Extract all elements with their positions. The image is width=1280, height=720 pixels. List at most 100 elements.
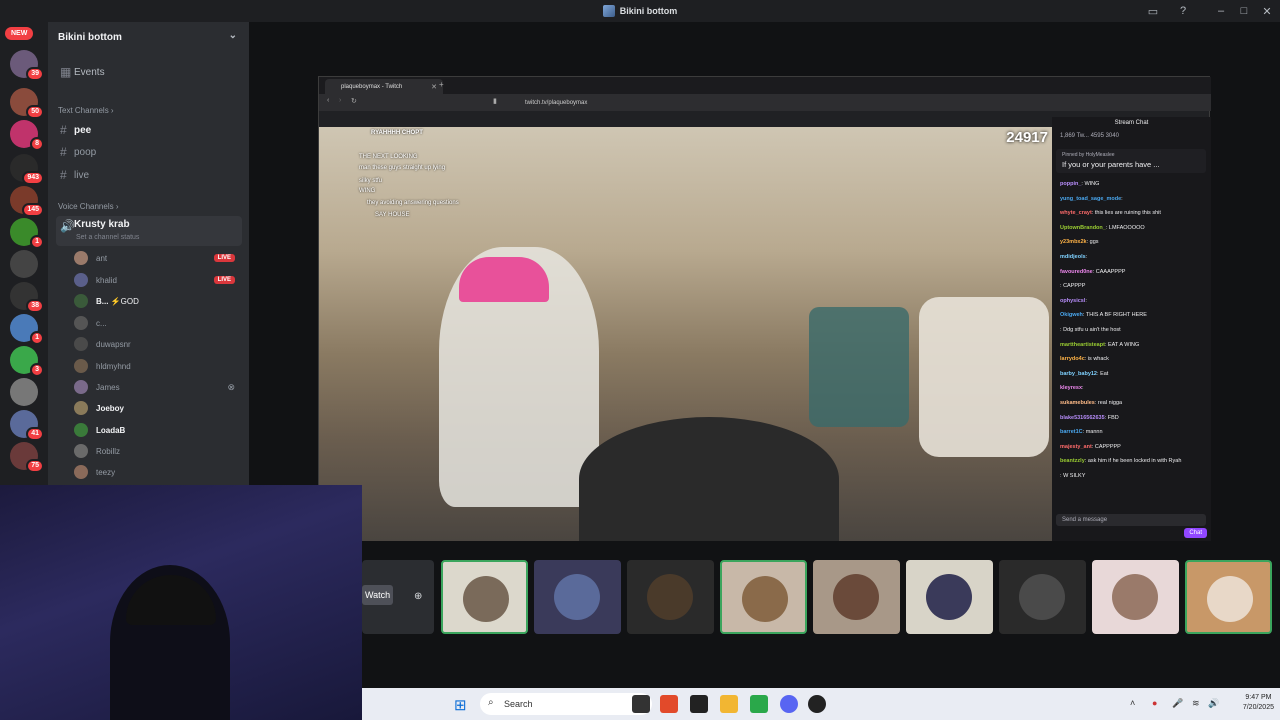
back-icon[interactable]: ‹ <box>327 97 329 104</box>
chat-username[interactable]: sukamebules <box>1060 400 1095 406</box>
chat-username[interactable]: barret1C <box>1060 429 1083 435</box>
volume-icon[interactable]: 🔊 <box>1208 698 1219 709</box>
maximize-button[interactable]: □ <box>1233 0 1255 22</box>
server-icon[interactable]: 3 <box>10 346 44 377</box>
participant-tile[interactable] <box>720 560 807 634</box>
chevron-up-icon[interactable]: ˄ <box>1130 698 1135 708</box>
voice-channels-category[interactable]: Voice Channels › <box>58 202 118 211</box>
events-item[interactable]: ▦ Events <box>56 62 242 82</box>
participant-tile[interactable] <box>441 560 528 634</box>
wifi-icon[interactable]: ≋ <box>1192 698 1200 709</box>
chat-username[interactable]: yung_toad_sage_mode <box>1060 196 1121 202</box>
chat-username[interactable]: kleyresx <box>1060 385 1082 391</box>
server-icon[interactable]: 1 <box>10 314 44 345</box>
mic-icon[interactable]: 🎤 <box>1172 698 1183 709</box>
participant-tile[interactable] <box>1092 560 1179 634</box>
server-icon[interactable]: 1 <box>10 218 44 249</box>
chat-username[interactable]: ophysicsl <box>1060 298 1085 304</box>
voice-user[interactable]: c... <box>74 314 239 332</box>
text-channels-category[interactable]: Text Channels › <box>58 106 114 115</box>
forward-icon[interactable]: › <box>339 97 341 104</box>
voice-user[interactable]: duwapsnr <box>74 335 239 353</box>
title-bar: Bikini bottom <box>0 0 1280 22</box>
participant-tile[interactable] <box>1185 560 1272 634</box>
chat-username[interactable]: larrydo4c <box>1060 356 1085 362</box>
chat-username[interactable]: y23mbx2k <box>1060 239 1087 245</box>
channel-live[interactable]: # live <box>56 165 242 185</box>
participant-tile[interactable] <box>534 560 621 634</box>
watch-icon[interactable]: ⊕ <box>414 591 422 602</box>
app-icon[interactable] <box>808 695 826 713</box>
brave-icon[interactable] <box>660 695 678 713</box>
folder-icon[interactable] <box>720 695 738 713</box>
minimize-button[interactable]: – <box>1210 0 1232 22</box>
server-icon[interactable]: 75 <box>10 442 44 473</box>
server-icon[interactable]: 145 <box>10 186 44 217</box>
server-icon[interactable] <box>10 250 38 278</box>
server-icon[interactable]: 39 <box>10 50 44 81</box>
voice-user[interactable]: B... ⚡GOD <box>74 292 239 310</box>
server-icon[interactable]: 8 <box>10 120 44 151</box>
app-icon[interactable] <box>690 695 708 713</box>
close-tab-icon[interactable]: ✕ <box>431 83 437 91</box>
clock[interactable]: 9:47 PM 7/20/2025 <box>1243 693 1274 713</box>
tray-icon[interactable]: ● <box>1152 698 1157 708</box>
participant-tile[interactable] <box>813 560 900 634</box>
voice-user[interactable]: ant LIVE <box>74 249 239 267</box>
chat-username[interactable]: marttheartisteapt <box>1060 342 1105 348</box>
inbox-icon[interactable]: ▭ <box>1142 0 1164 22</box>
voice-user[interactable]: LoadaB <box>74 421 239 439</box>
server-icon[interactable]: 38 <box>10 282 44 313</box>
watch-button[interactable]: Watch <box>362 585 394 605</box>
server-icon[interactable] <box>10 378 38 406</box>
channel-pee[interactable]: # pee <box>56 120 242 140</box>
server-icon[interactable]: 41 <box>10 410 44 441</box>
chat-input[interactable]: Send a message <box>1056 514 1206 526</box>
chat-username[interactable]: blake5316562635 <box>1060 415 1105 421</box>
channel-poop[interactable]: # poop <box>56 142 242 162</box>
voice-user[interactable]: khalid LIVE <box>74 271 239 289</box>
chat-button[interactable]: Chat <box>1184 528 1207 538</box>
voice-user[interactable]: hldmyhnd <box>74 357 239 375</box>
chat-username[interactable]: barby_baby12 <box>1060 371 1097 377</box>
stream-video[interactable]: 24917 RYAHHHH CHOPT THE NEXT LOOKING man… <box>319 127 1052 541</box>
reload-icon[interactable]: ↻ <box>351 97 357 105</box>
avatar <box>74 401 88 415</box>
server-icon[interactable]: 50 <box>10 88 44 119</box>
voice-user[interactable]: James ⊗ <box>74 378 239 396</box>
taskbar-search[interactable]: ⌕ Search <box>480 693 652 715</box>
chat-username[interactable]: UptownBrandon_ <box>1060 225 1106 231</box>
app-icon[interactable] <box>750 695 768 713</box>
windows-start-icon[interactable]: ⊞ <box>454 696 467 714</box>
voice-user[interactable]: teezy <box>74 463 239 481</box>
participant-tile[interactable] <box>999 560 1086 634</box>
window-title: Bikini bottom <box>619 6 678 16</box>
viewer-count: 24917 <box>1006 129 1048 146</box>
close-button[interactable]: ✕ <box>1256 0 1278 22</box>
chat-username[interactable]: majesty_ant <box>1060 444 1092 450</box>
pinned-message[interactable]: Pinned by HolyMeaslee If you or your par… <box>1056 149 1206 173</box>
chat-username[interactable]: Okigweh <box>1060 312 1083 318</box>
voice-user[interactable]: Joeboy <box>74 399 239 417</box>
address-bar[interactable]: twitch.tv/plaqueboymax <box>507 97 939 109</box>
discord-icon[interactable] <box>780 695 798 713</box>
chat-username[interactable]: favoured0ne <box>1060 269 1093 275</box>
chat-username[interactable]: whyte_crayt <box>1060 210 1092 216</box>
voice-user[interactable]: Robillz <box>74 442 239 460</box>
help-icon[interactable]: ? <box>1172 0 1194 22</box>
server-header[interactable]: Bikini bottom ⌄ <box>48 22 249 52</box>
bookmark-icon[interactable]: ▮ <box>493 97 497 105</box>
participant-tile[interactable] <box>906 560 993 634</box>
server-icon[interactable]: 943 <box>10 154 44 185</box>
chat-username[interactable]: beantzzly <box>1060 458 1085 464</box>
shared-browser-window[interactable]: plaqueboymax - Twitch ✕ + ‹ › ↻ ▮ twitch… <box>318 76 1211 541</box>
chat-username[interactable]: poppin_ <box>1060 181 1081 187</box>
participant-tile[interactable] <box>627 560 714 634</box>
voice-channel-krusty-krab[interactable]: 🔊 Krusty krab <box>56 216 242 246</box>
server-name: Bikini bottom <box>58 31 122 43</box>
browser-tab[interactable]: plaqueboymax - Twitch ✕ <box>325 79 443 94</box>
chat-username[interactable]: mdidjeols <box>1060 254 1086 260</box>
task-view-icon[interactable] <box>632 695 650 713</box>
new-tab-icon[interactable]: + <box>439 80 444 89</box>
channel-status[interactable]: Set a channel status <box>76 234 139 241</box>
